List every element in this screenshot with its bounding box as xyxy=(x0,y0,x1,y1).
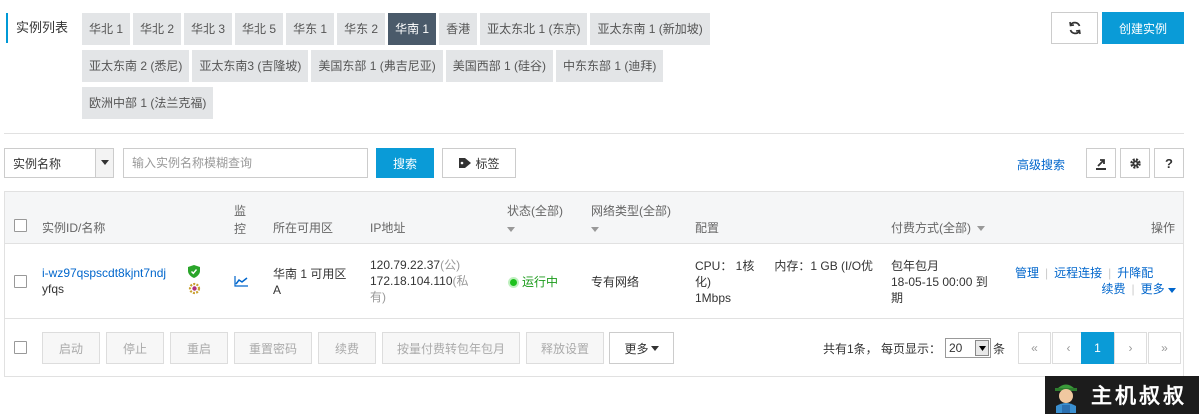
page-unit-text: 条 xyxy=(993,342,1006,356)
ip-cell: 120.79.22.37(公) 172.18.104.110(私 有) xyxy=(370,258,469,304)
caret-down-icon xyxy=(591,227,599,232)
stop-button[interactable]: 停止 xyxy=(106,332,164,364)
plugin-status-icon[interactable] xyxy=(188,282,201,295)
region-tab[interactable]: 亚太东南 1 (新加坡) xyxy=(590,13,710,45)
region-tab[interactable]: 美国东部 1 (弗吉尼亚) xyxy=(311,50,443,82)
page-size-select[interactable]: 20 xyxy=(945,338,991,358)
status-badge: 运行中 xyxy=(508,274,558,290)
private-ip: 172.18.104.110 xyxy=(370,274,453,288)
mascot-icon xyxy=(1055,384,1077,413)
row-checkbox[interactable] xyxy=(14,275,27,288)
billing-cell: 包年包月 18-05-15 00:00 到 期 xyxy=(891,259,988,305)
create-instance-button[interactable]: 创建实例 xyxy=(1102,12,1184,44)
region-tab[interactable]: 香港 xyxy=(439,13,478,45)
select-all-checkbox[interactable] xyxy=(14,219,27,232)
monitor-chart-icon[interactable] xyxy=(234,276,248,287)
public-ip: 120.79.22.37 xyxy=(370,258,441,272)
header-id-name: 实例ID/名称 xyxy=(42,221,106,235)
settings-button[interactable] xyxy=(1120,148,1150,178)
search-button[interactable]: 搜索 xyxy=(376,148,434,178)
page-number-button[interactable]: 1 xyxy=(1081,332,1114,364)
region-tab[interactable]: 中东东部 1 (迪拜) xyxy=(556,50,664,82)
actions-cell: 管理 | 远程连接 | 升降配 续费 | 更多 xyxy=(1015,265,1180,297)
search-field-select[interactable]: 实例名称 xyxy=(4,148,114,178)
release-settings-button[interactable]: 释放设置 xyxy=(526,332,604,364)
zone-cell: 华南 1 可用区 A xyxy=(273,267,347,297)
header-actions: 操作 xyxy=(1151,221,1176,235)
region-tab[interactable]: 华东 2 xyxy=(337,13,386,45)
network-cell: 专有网络 xyxy=(591,275,640,289)
watermark-text: 主机叔叔 xyxy=(1091,383,1187,408)
next-page-button[interactable]: › xyxy=(1114,332,1147,364)
refresh-button[interactable] xyxy=(1051,12,1098,44)
config-cell: CPU： 1核 内存：1 GB (I/O优 化) 1Mbps xyxy=(695,259,874,305)
region-tag-list: 华北 1 华北 2 华北 3 华北 5 华东 1 华东 2 华南 1 香港 亚太东北 1 (东京… xyxy=(82,13,722,124)
search-field-value: 实例名称 xyxy=(13,156,62,171)
region-tab[interactable]: 华北 3 xyxy=(184,13,233,45)
help-icon: ? xyxy=(1165,155,1173,171)
reset-password-button[interactable]: 重置密码 xyxy=(234,332,312,364)
instance-table: 实例ID/名称 监 控 所在可用区 IP地址 状态(全部) 网络类型(全部) 配… xyxy=(4,191,1184,377)
advanced-search-link[interactable]: 高级搜索 xyxy=(1017,156,1065,173)
divider xyxy=(4,133,1184,134)
caret-down-icon xyxy=(1168,288,1176,293)
region-bar: 实例列表 华北 1 华北 2 华北 3 华北 5 华东 1 华东 2 华南 1 香港 亚太东北 … xyxy=(0,0,1199,135)
caret-down-icon xyxy=(977,226,986,231)
start-button[interactable]: 启动 xyxy=(42,332,100,364)
renew-link[interactable]: 续费 xyxy=(1102,282,1126,296)
help-button[interactable]: ? xyxy=(1154,148,1184,178)
tag-button[interactable]: 标签 xyxy=(442,148,516,178)
export-icon xyxy=(1096,158,1106,170)
region-tab[interactable]: 欧洲中部 1 (法兰克福) xyxy=(82,87,214,119)
table-row: i-wz97qspscdt8kjnt7ndj yfqs 华南 1 可用区 A 1… xyxy=(5,244,1183,319)
instance-name: yfqs xyxy=(42,282,65,296)
search-input[interactable] xyxy=(123,148,368,178)
region-tab[interactable]: 华东 1 xyxy=(286,13,335,45)
tag-icon xyxy=(459,158,472,168)
region-tab[interactable]: 华北 2 xyxy=(133,13,182,45)
header-ip: IP地址 xyxy=(370,221,406,235)
tag-button-label: 标签 xyxy=(475,156,500,171)
header-monitor: 监 控 xyxy=(234,204,247,236)
header-network-filter[interactable]: 网络类型(全部) xyxy=(591,202,671,238)
last-page-button[interactable]: » xyxy=(1148,332,1181,364)
instance-id-cell: i-wz97qspscdt8kjnt7ndj yfqs xyxy=(42,265,166,297)
region-tab[interactable]: 亚太东南3 (吉隆坡) xyxy=(192,50,309,82)
header-config: 配置 xyxy=(695,221,720,235)
manage-link[interactable]: 管理 xyxy=(1015,266,1039,280)
more-actions-link[interactable]: 更多 xyxy=(1141,282,1176,296)
chevron-down-icon xyxy=(975,340,989,356)
caret-down-icon xyxy=(507,227,515,232)
header-status-filter[interactable]: 状态(全部) xyxy=(507,202,563,238)
page-title: 实例列表 xyxy=(6,13,68,43)
region-tab[interactable]: 亚太东北 1 (东京) xyxy=(480,13,588,45)
first-page-button[interactable]: « xyxy=(1018,332,1051,364)
upgrade-link[interactable]: 升降配 xyxy=(1117,266,1153,280)
security-shield-icon[interactable] xyxy=(188,265,200,278)
chevron-down-icon xyxy=(95,149,113,177)
refresh-icon xyxy=(1068,21,1081,35)
restart-button[interactable]: 重启 xyxy=(170,332,228,364)
region-tab[interactable]: 华北 1 xyxy=(82,13,131,45)
footer-select-all-checkbox[interactable] xyxy=(14,341,27,354)
caret-down-icon xyxy=(650,345,659,351)
remote-connect-link[interactable]: 远程连接 xyxy=(1054,266,1102,280)
batch-more-button[interactable]: 更多 xyxy=(609,332,674,364)
region-tab[interactable]: 华北 5 xyxy=(235,13,284,45)
table-footer: 启动 停止 重启 重置密码 续费 按量付费转包年包月 释放设置 更多 共有1条， 每页显示：… xyxy=(5,320,1183,376)
region-tab[interactable]: 华南 1 xyxy=(388,13,437,45)
convert-billing-button[interactable]: 按量付费转包年包月 xyxy=(382,332,520,364)
header-zone: 所在可用区 xyxy=(273,221,334,235)
total-count-text: 共有1条， 每页显示： xyxy=(823,342,942,356)
header-billing-filter[interactable]: 付费方式(全部) xyxy=(891,219,986,237)
watermark-logo: 主机叔叔 xyxy=(1045,376,1199,414)
export-button[interactable] xyxy=(1086,148,1116,178)
gear-icon xyxy=(1129,157,1141,169)
instance-id-link[interactable]: i-wz97qspscdt8kjnt7ndj xyxy=(42,265,166,281)
table-header: 实例ID/名称 监 控 所在可用区 IP地址 状态(全部) 网络类型(全部) 配… xyxy=(5,192,1183,244)
running-status-icon xyxy=(508,277,519,288)
renew-button[interactable]: 续费 xyxy=(318,332,376,364)
region-tab[interactable]: 美国西部 1 (硅谷) xyxy=(445,50,554,82)
region-tab[interactable]: 亚太东南 2 (悉尼) xyxy=(82,50,190,82)
